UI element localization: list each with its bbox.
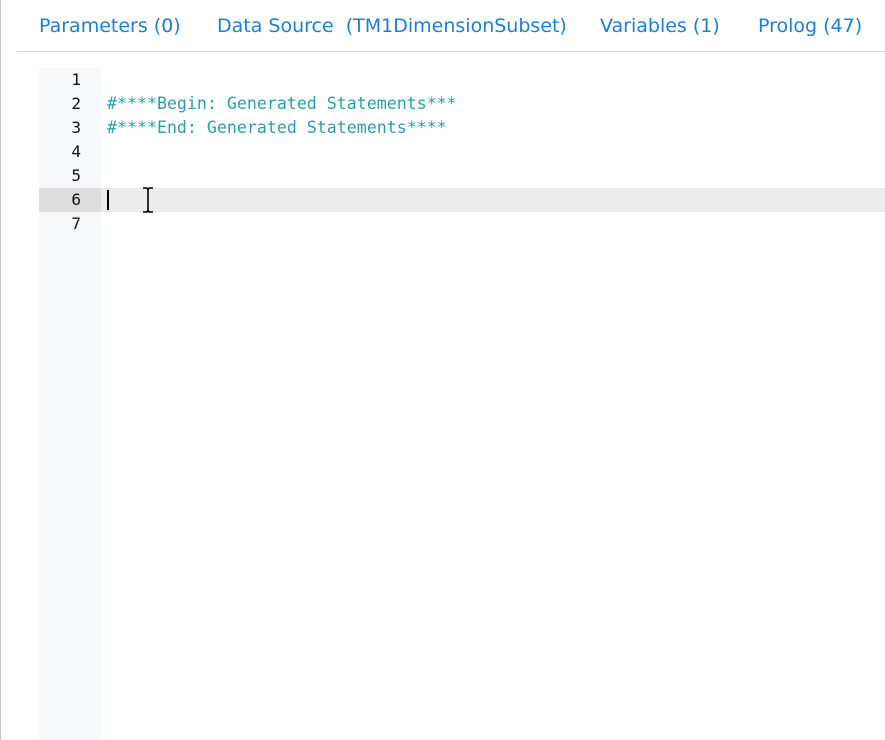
tab-parameters[interactable]: Parameters (0) [39, 14, 181, 38]
line-number: 4 [71, 142, 81, 161]
code-editor[interactable]: 1 2 #****Begin: Generated Statements*** … [39, 68, 885, 740]
line-number: 7 [71, 214, 81, 233]
line-number: 5 [71, 166, 81, 185]
comment-end-generated: #****End: Generated Statements**** [107, 118, 447, 137]
code-line[interactable]: 4 [39, 140, 885, 164]
text-cursor-ibeam-icon [143, 187, 153, 213]
line-number: 1 [71, 70, 81, 89]
code-line[interactable]: 1 [39, 68, 885, 92]
tab-data-source[interactable]: Data Source (TM1DimensionSubset) [217, 14, 567, 38]
line-number: 3 [71, 118, 81, 137]
code-line[interactable]: 7 [39, 212, 885, 236]
tab-prolog[interactable]: Prolog (47) [758, 14, 862, 38]
comment-begin-generated: #****Begin: Generated Statements*** [107, 94, 457, 113]
code-line[interactable]: 3 #****End: Generated Statements**** [39, 116, 885, 140]
code-line[interactable]: 5 [39, 164, 885, 188]
process-editor-panel: Parameters (0) Data Source (TM1Dimension… [0, 0, 885, 740]
active-code-line[interactable]: 6 [39, 188, 885, 212]
tab-variables[interactable]: Variables (1) [600, 14, 720, 38]
line-number: 6 [39, 188, 101, 212]
tab-bar: Parameters (0) Data Source (TM1Dimension… [17, 0, 885, 52]
line-number: 2 [71, 94, 81, 113]
code-line[interactable]: 2 #****Begin: Generated Statements*** [39, 92, 885, 116]
text-caret [107, 190, 109, 210]
